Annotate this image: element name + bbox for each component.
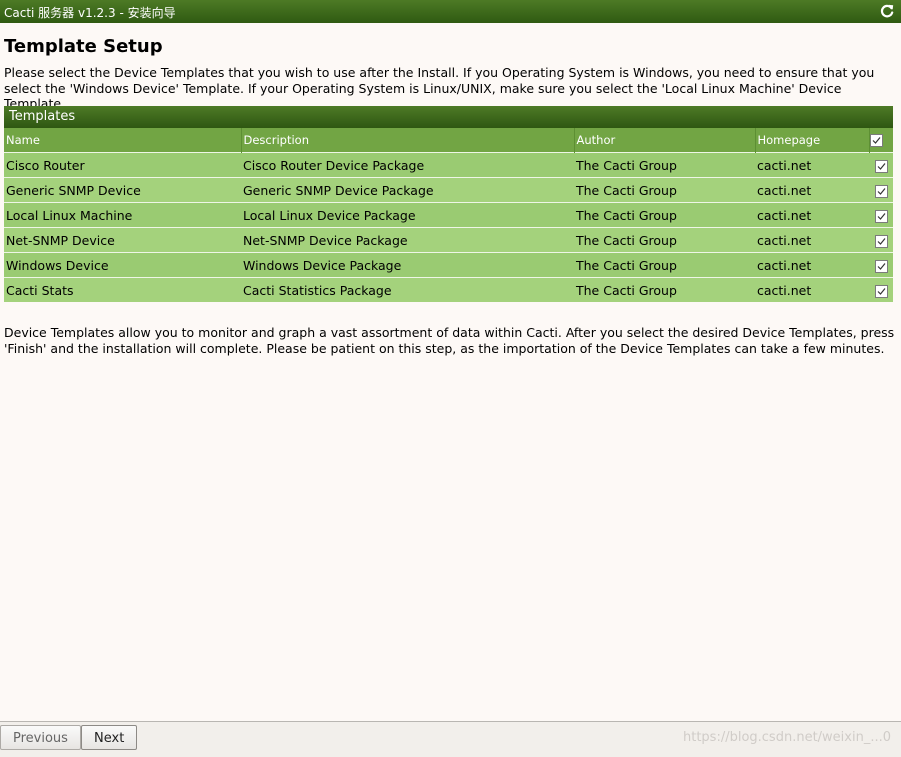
column-header-name[interactable]: Name bbox=[4, 128, 242, 153]
select-all-checkbox[interactable] bbox=[869, 134, 883, 147]
template-author: The Cacti Group bbox=[574, 202, 755, 228]
template-homepage: cacti.net bbox=[755, 177, 869, 203]
template-description: Local Linux Device Package bbox=[241, 202, 574, 228]
row-checkbox-cell bbox=[869, 152, 893, 178]
template-author: The Cacti Group bbox=[574, 252, 755, 278]
row-checkbox[interactable] bbox=[874, 284, 888, 298]
template-name: Windows Device bbox=[4, 252, 241, 278]
row-checkbox[interactable] bbox=[874, 184, 888, 198]
template-name: Net-SNMP Device bbox=[4, 227, 241, 253]
wizard-footer: Previous Next https://blog.csdn.net/weix… bbox=[0, 721, 901, 757]
row-checkbox[interactable] bbox=[874, 209, 888, 223]
template-homepage: cacti.net bbox=[755, 152, 869, 178]
table-row[interactable]: Local Linux Machine Local Linux Device P… bbox=[4, 202, 893, 228]
template-description: Net-SNMP Device Package bbox=[241, 227, 574, 253]
select-all-cell bbox=[869, 128, 893, 153]
template-name: Local Linux Machine bbox=[4, 202, 241, 228]
template-name: Cisco Router bbox=[4, 152, 241, 178]
template-homepage: cacti.net bbox=[755, 227, 869, 253]
templates-panel-header: Templates bbox=[4, 106, 893, 128]
templates-table: Name Description Author Homepage Cisco R… bbox=[4, 128, 893, 302]
row-checkbox[interactable] bbox=[874, 259, 888, 273]
row-checkbox[interactable] bbox=[874, 159, 888, 173]
column-header-homepage[interactable]: Homepage bbox=[755, 128, 870, 153]
template-homepage: cacti.net bbox=[755, 277, 869, 302]
template-name: Cacti Stats bbox=[4, 277, 241, 302]
template-description: Generic SNMP Device Package bbox=[241, 177, 574, 203]
row-checkbox-cell bbox=[869, 277, 893, 302]
template-description: Windows Device Package bbox=[241, 252, 574, 278]
table-row[interactable]: Net-SNMP Device Net-SNMP Device Package … bbox=[4, 227, 893, 253]
next-button[interactable]: Next bbox=[81, 725, 138, 750]
column-header-author[interactable]: Author bbox=[574, 128, 756, 153]
template-homepage: cacti.net bbox=[755, 252, 869, 278]
template-author: The Cacti Group bbox=[574, 177, 755, 203]
outro-text: Device Templates allow you to monitor an… bbox=[4, 325, 895, 356]
templates-panel: Templates Name Description Author Homepa… bbox=[4, 106, 893, 302]
table-row[interactable]: Generic SNMP Device Generic SNMP Device … bbox=[4, 177, 893, 203]
row-checkbox-cell bbox=[869, 202, 893, 228]
watermark-text: https://blog.csdn.net/weixin_...0 bbox=[682, 730, 891, 745]
window-titlebar: Cacti 服务器 v1.2.3 - 安装向导 bbox=[0, 0, 901, 23]
row-checkbox-cell bbox=[869, 252, 893, 278]
table-row[interactable]: Windows Device Windows Device Package Th… bbox=[4, 252, 893, 278]
refresh-icon[interactable] bbox=[879, 3, 895, 19]
table-row[interactable]: Cisco Router Cisco Router Device Package… bbox=[4, 152, 893, 178]
window-title: Cacti 服务器 v1.2.3 - 安装向导 bbox=[4, 6, 176, 20]
row-checkbox-cell bbox=[869, 227, 893, 253]
template-description: Cacti Statistics Package bbox=[241, 277, 574, 302]
row-checkbox-cell bbox=[869, 177, 893, 203]
column-header-description[interactable]: Description bbox=[241, 128, 575, 153]
template-description: Cisco Router Device Package bbox=[241, 152, 574, 178]
intro-text: Please select the Device Templates that … bbox=[4, 65, 875, 111]
table-header-row: Name Description Author Homepage bbox=[4, 128, 893, 153]
row-checkbox[interactable] bbox=[874, 234, 888, 248]
previous-button[interactable]: Previous bbox=[0, 725, 81, 750]
template-name: Generic SNMP Device bbox=[4, 177, 241, 203]
template-author: The Cacti Group bbox=[574, 227, 755, 253]
template-homepage: cacti.net bbox=[755, 202, 869, 228]
template-author: The Cacti Group bbox=[574, 277, 755, 302]
page-title: Template Setup bbox=[4, 36, 163, 57]
table-row[interactable]: Cacti Stats Cacti Statistics Package The… bbox=[4, 277, 893, 302]
template-author: The Cacti Group bbox=[574, 152, 755, 178]
